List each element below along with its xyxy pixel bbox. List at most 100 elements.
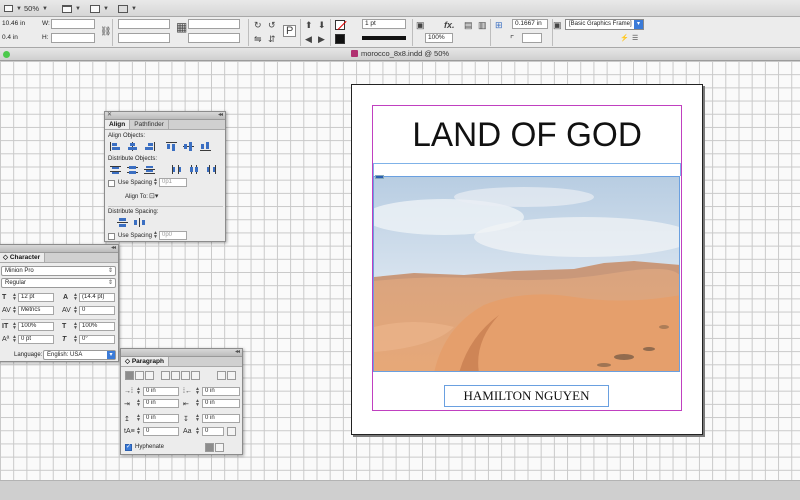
select-content-icon[interactable]: ⬇ (318, 20, 326, 30)
collapse-icon[interactable]: ◂◂ (111, 244, 116, 251)
kerning-stepper[interactable]: ▲ ▼ (12, 306, 17, 315)
leading-field[interactable]: (14.4 pt) (79, 293, 115, 302)
rotation-field[interactable] (188, 19, 240, 29)
first-line-indent-stepper[interactable]: ▲ ▼ (136, 399, 141, 408)
font-style-dropdown[interactable]: Regular (1, 278, 116, 288)
align-to-baseline-grid-button[interactable] (215, 443, 224, 452)
drop-cap-chars-stepper[interactable]: ▲ ▼ (195, 427, 200, 436)
flip-vertical-icon[interactable]: ⇵ (268, 34, 276, 44)
spacing-field[interactable]: 0p1 (159, 178, 187, 187)
fx-icon[interactable]: ▣ (416, 20, 425, 30)
font-size-stepper[interactable]: ▲ ▼ (12, 293, 17, 302)
align-towards-spine-button[interactable] (217, 371, 226, 380)
align-left-edges-button[interactable] (110, 142, 121, 151)
left-indent-stepper[interactable]: ▲ ▼ (136, 387, 141, 396)
rotate-ccw-icon[interactable]: ↺ (268, 20, 276, 30)
constrain-proportions-icon[interactable]: ⛓ (100, 26, 111, 36)
space-after-field[interactable]: 0 in (202, 414, 240, 423)
height-field[interactable] (51, 33, 95, 43)
do-not-align-to-grid-button[interactable] (205, 443, 214, 452)
align-top-edges-button[interactable] (166, 142, 177, 151)
offset-field[interactable]: 0.1667 in (512, 19, 548, 29)
horizontal-scale-field[interactable]: 100% (79, 322, 115, 331)
paragraph-direction-icon[interactable]: P (283, 25, 297, 37)
vertical-scale-stepper[interactable]: ▲ ▼ (12, 322, 17, 331)
use-spacing-checkbox-2[interactable] (108, 233, 115, 240)
spacing-field-2[interactable]: 0p0 (159, 231, 187, 240)
collapse-icon[interactable]: ◂◂ (235, 348, 240, 355)
drop-cap-lines-stepper[interactable]: ▲ ▼ (136, 427, 141, 436)
space-before-stepper[interactable]: ▲ ▼ (136, 414, 141, 423)
distribute-vertical-centers-button[interactable] (127, 165, 138, 174)
author-text-frame[interactable]: HAMILTON NGUYEN (444, 385, 609, 407)
fill-swatch[interactable] (335, 20, 347, 31)
reference-point-icon[interactable]: ▦ (176, 21, 187, 33)
font-size-field[interactable]: 12 pt (18, 293, 54, 302)
width-field[interactable] (51, 19, 95, 29)
drop-cap-chars-field[interactable]: 0 (202, 427, 224, 436)
quick-apply-icon[interactable]: ⚡ (620, 34, 629, 44)
justify-all-button[interactable] (191, 371, 200, 380)
tracking-stepper[interactable]: ▲ ▼ (73, 306, 78, 315)
font-family-dropdown[interactable]: Minion Pro (1, 266, 116, 276)
language-dropdown[interactable]: English: USA (43, 350, 116, 360)
spacing-stepper-2[interactable]: ▲ ▼ (153, 231, 158, 240)
leading-stepper[interactable]: ▲ ▼ (73, 293, 78, 302)
spacing-stepper[interactable]: ▲ ▼ (153, 178, 158, 187)
view-options[interactable]: ▼ (4, 3, 22, 14)
align-right-button[interactable] (145, 371, 154, 380)
corner-shape-dropdown[interactable] (522, 33, 542, 43)
tab-paragraph[interactable]: ◇ Paragraph (121, 357, 169, 366)
title-text-frame[interactable]: LAND OF GOD (373, 106, 681, 164)
hyphenate-checkbox[interactable] (125, 443, 132, 451)
tab-character[interactable]: ◇ Character (0, 253, 46, 262)
align-vertical-centers-button[interactable] (183, 142, 194, 151)
select-next-icon[interactable]: ▶ (318, 34, 325, 44)
first-line-indent-field[interactable]: 0 in (143, 399, 179, 408)
horizontal-scale-stepper[interactable]: ▲ ▼ (73, 322, 78, 331)
space-after-stepper[interactable]: ▲ ▼ (195, 414, 200, 423)
panel-menu-icon[interactable]: ☰ (632, 34, 638, 44)
window-zoom-button[interactable] (3, 51, 10, 58)
vertical-scale-field[interactable]: 100% (18, 322, 54, 331)
right-indent-field[interactable]: 0 in (202, 387, 240, 396)
drop-cap-option-button[interactable] (227, 427, 236, 436)
display-performance-button[interactable]: ▼ (90, 3, 109, 14)
object-style-dropdown[interactable]: [Basic Graphics Frame] ▾ (565, 19, 644, 30)
arrange-documents-button[interactable]: ▼ (118, 3, 137, 14)
distribute-bottom-button[interactable] (144, 165, 155, 174)
skew-field[interactable]: 0° (79, 335, 115, 344)
effects-icon[interactable]: fx. (444, 20, 455, 30)
close-icon[interactable]: ✕ (107, 111, 112, 118)
desert-photo-frame[interactable] (373, 176, 680, 372)
distribute-left-button[interactable] (171, 165, 182, 174)
screen-mode-button[interactable]: ▼ (62, 3, 81, 14)
drop-cap-lines-field[interactable]: 0 (143, 427, 179, 436)
align-bottom-edges-button[interactable] (200, 142, 211, 151)
use-spacing-checkbox[interactable] (108, 180, 115, 187)
rotate-cw-icon[interactable]: ↻ (254, 20, 262, 30)
justify-right-button[interactable] (181, 371, 190, 380)
align-to-selection-icon[interactable]: ⊡▾ (149, 192, 158, 200)
fit-frame-icon[interactable]: ▥ (478, 20, 487, 30)
panel-header[interactable]: ✕ ◂◂ (105, 112, 225, 120)
frame-content-grabber[interactable] (375, 175, 384, 179)
last-line-indent-stepper[interactable]: ▲ ▼ (195, 399, 200, 408)
scale-x-field[interactable] (118, 19, 170, 29)
flip-horizontal-icon[interactable]: ⇋ (254, 34, 262, 44)
last-line-indent-field[interactable]: 0 in (202, 399, 240, 408)
tab-align[interactable]: Align (105, 120, 131, 129)
align-horizontal-centers-button[interactable] (127, 142, 138, 151)
stroke-swatch[interactable] (335, 34, 345, 44)
justify-center-button[interactable] (171, 371, 180, 380)
space-before-field[interactable]: 0 in (143, 414, 179, 423)
scale-y-field[interactable] (118, 33, 170, 43)
baseline-shift-field[interactable]: 0 pt (18, 335, 54, 344)
right-indent-stepper[interactable]: ▲ ▼ (195, 387, 200, 396)
panel-header[interactable]: ◂◂ (0, 245, 118, 253)
distribute-horizontal-centers-button[interactable] (188, 165, 199, 174)
corner-shape-icon[interactable]: ⌜ (510, 34, 514, 44)
left-indent-field[interactable]: 0 in (143, 387, 179, 396)
align-left-button[interactable] (125, 371, 134, 380)
align-right-edges-button[interactable] (144, 142, 155, 151)
